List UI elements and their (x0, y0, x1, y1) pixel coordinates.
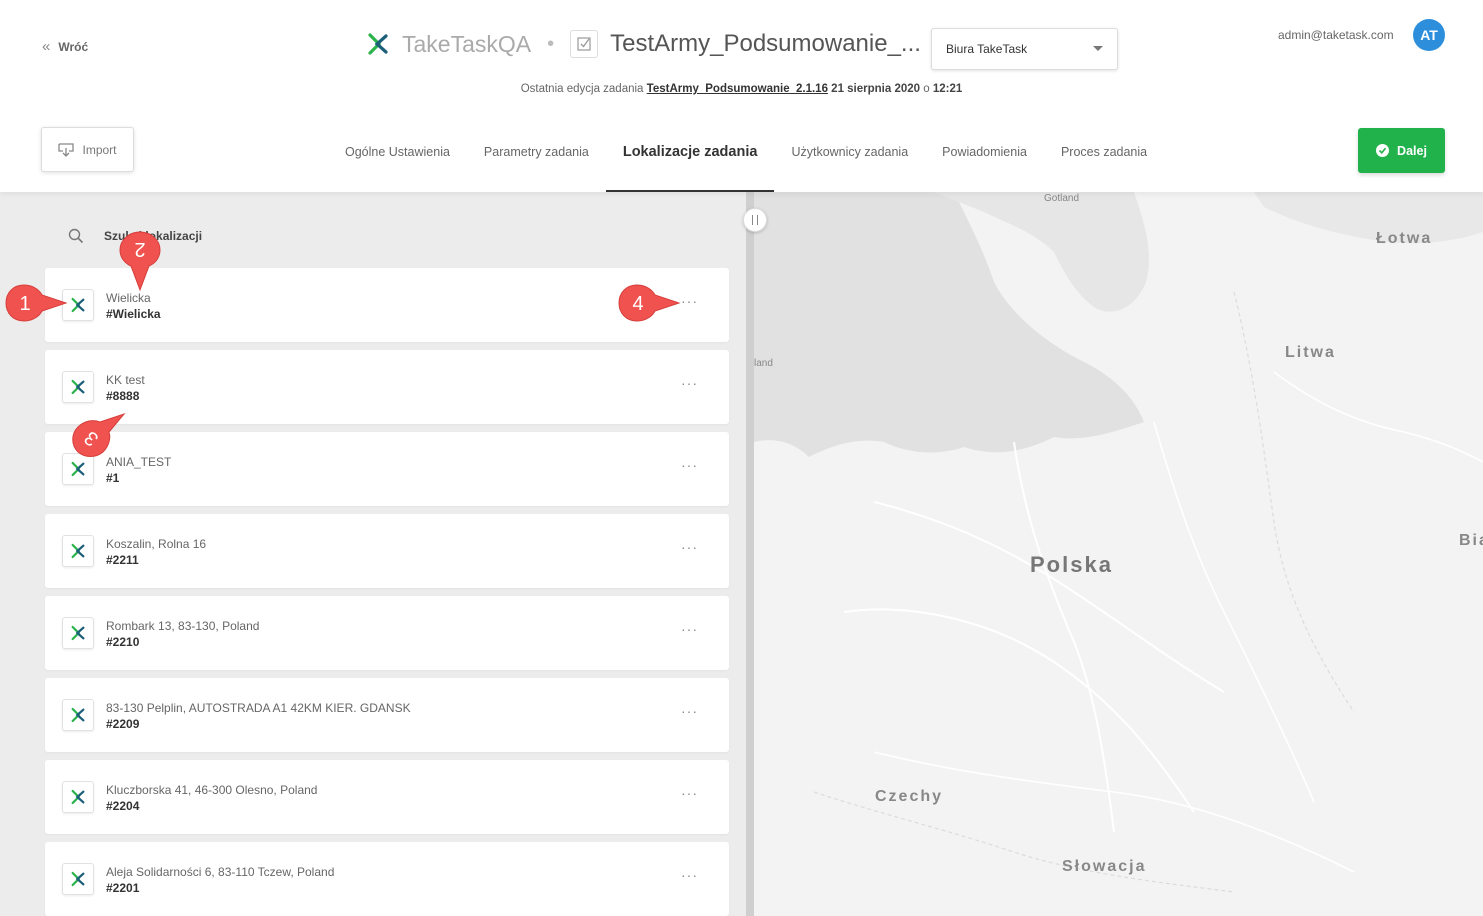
location-code: #2204 (106, 799, 140, 813)
next-label: Dalej (1397, 143, 1427, 158)
tab-bar: Ogólne Ustawienia Parametry zadania Loka… (328, 128, 1164, 192)
tab-general-settings[interactable]: Ogólne Ustawienia (328, 128, 467, 192)
map-view[interactable]: Gotland Łotwa Litwa land Polska Bia Czec… (754, 192, 1483, 916)
import-button[interactable]: Import (41, 127, 134, 172)
location-name: Kluczborska 41, 46-300 Olesno, Poland (106, 783, 318, 797)
map-label-bia: Bia (1459, 532, 1483, 549)
location-card[interactable]: 83-130 Pelplin, AUTOSTRADA A1 42KM KIER.… (45, 678, 729, 752)
location-code: #2201 (106, 881, 140, 895)
caret-down-icon (1093, 46, 1103, 51)
location-card[interactable]: ANIA_TEST #1 ··· (45, 432, 729, 506)
location-logo-icon (62, 863, 94, 895)
location-code: #Wielicka (106, 307, 161, 321)
annotation-marker-3: 3 (69, 410, 127, 460)
annotation-marker-4: 4 (617, 283, 681, 323)
search-bar (68, 228, 304, 244)
annotation-marker-2: 2 (118, 230, 162, 292)
map-label-gotland: Gotland (1044, 193, 1080, 204)
task-name: TestArmy_Podsumowanie_... (610, 30, 921, 57)
last-edit-time: 12:21 (932, 83, 963, 95)
last-edit-time-sep: o (923, 83, 930, 95)
locations-list: Wielicka #Wielicka ··· KK test #8888 ···… (45, 268, 729, 916)
back-label: Wróć (58, 39, 89, 54)
import-icon (58, 142, 75, 157)
map-label-land: land (754, 358, 773, 369)
map-shapes (754, 192, 1483, 893)
location-code: #2211 (106, 553, 139, 567)
office-select-value: Biura TakeTask (946, 42, 1028, 56)
more-options-icon[interactable]: ··· (681, 703, 698, 719)
import-label: Import (82, 142, 117, 157)
annotation-number: 2 (134, 238, 145, 260)
panel-divider[interactable] (746, 192, 754, 916)
more-options-icon[interactable]: ··· (681, 457, 698, 473)
more-options-icon[interactable]: ··· (681, 375, 698, 391)
map-label-czechy: Czechy (875, 788, 944, 805)
avatar[interactable]: AT (1413, 19, 1445, 51)
double-chevron-left-icon: « (42, 38, 51, 55)
location-logo-icon (62, 781, 94, 813)
last-edit-prefix: Ostatnia edycja zadania (520, 83, 644, 95)
tab-task-users[interactable]: Użytkownicy zadania (774, 128, 925, 192)
resize-handle-icon[interactable] (743, 208, 767, 232)
last-edit-date: 21 sierpnia 2020 (831, 83, 921, 95)
location-name: Rombark 13, 83-130, Poland (106, 619, 260, 633)
location-logo-icon (62, 699, 94, 731)
location-card[interactable]: Aleja Solidarności 6, 83-110 Tczew, Pola… (45, 842, 729, 916)
location-card[interactable]: Koszalin, Rolna 16 #2211 ··· (45, 514, 729, 588)
title-row: TakeTaskQA • TestArmy_Podsumowanie_... (366, 24, 921, 64)
location-code: #2210 (106, 635, 140, 649)
title-separator: • (547, 32, 555, 55)
location-card[interactable]: Kluczborska 41, 46-300 Olesno, Poland #2… (45, 760, 729, 834)
location-code: #1 (106, 471, 120, 485)
next-button[interactable]: Dalej (1358, 128, 1445, 173)
location-name: Wielicka (106, 291, 151, 305)
taketask-logo-icon (368, 33, 388, 55)
search-icon (68, 228, 84, 244)
header: « Wróć TakeTaskQA • TestArmy_Podsumowani… (0, 0, 1483, 192)
location-logo-icon (62, 371, 94, 403)
annotation-number: 4 (632, 293, 643, 315)
more-options-icon[interactable]: ··· (681, 293, 698, 309)
location-name: Koszalin, Rolna 16 (106, 537, 207, 551)
last-edit-link[interactable]: TestArmy_Podsumowanie_2.1.16 (647, 83, 828, 95)
tab-notifications[interactable]: Powiadomienia (925, 128, 1044, 192)
location-logo-icon (62, 535, 94, 567)
location-card[interactable]: KK test #8888 ··· (45, 350, 729, 424)
location-code: #2209 (106, 717, 140, 731)
map-label-lotwa: Łotwa (1376, 230, 1433, 247)
location-code: #8888 (106, 389, 140, 403)
app-name: TakeTaskQA (402, 30, 532, 57)
more-options-icon[interactable]: ··· (681, 621, 698, 637)
annotation-marker-1: 1 (4, 283, 68, 323)
map-label-polska: Polska (1030, 552, 1113, 577)
annotation-number: 1 (19, 293, 30, 315)
more-options-icon[interactable]: ··· (681, 867, 698, 883)
user-email: admin@taketask.com (1278, 28, 1394, 42)
tab-task-parameters[interactable]: Parametry zadania (467, 128, 606, 192)
more-options-icon[interactable]: ··· (681, 785, 698, 801)
tab-task-process[interactable]: Proces zadania (1044, 128, 1164, 192)
checkbox-task-icon (570, 30, 599, 58)
office-select[interactable]: Biura TakeTask (931, 28, 1118, 70)
back-link[interactable]: « Wróć (42, 38, 88, 55)
map-label-litwa: Litwa (1285, 344, 1336, 361)
location-logo-icon (62, 617, 94, 649)
more-options-icon[interactable]: ··· (681, 539, 698, 555)
last-edit-info: Ostatnia edycja zadania TestArmy_Podsumo… (0, 83, 1483, 95)
map-label-slowacja: Słowacja (1062, 858, 1147, 875)
check-circle-icon (1376, 144, 1390, 157)
location-name: 83-130 Pelplin, AUTOSTRADA A1 42KM KIER.… (106, 701, 411, 715)
tab-task-locations[interactable]: Lokalizacje zadania (605, 128, 775, 192)
location-card[interactable]: Rombark 13, 83-130, Poland #2210 ··· (45, 596, 729, 670)
location-name: KK test (106, 373, 145, 387)
location-name: Aleja Solidarności 6, 83-110 Tczew, Pola… (106, 865, 335, 879)
